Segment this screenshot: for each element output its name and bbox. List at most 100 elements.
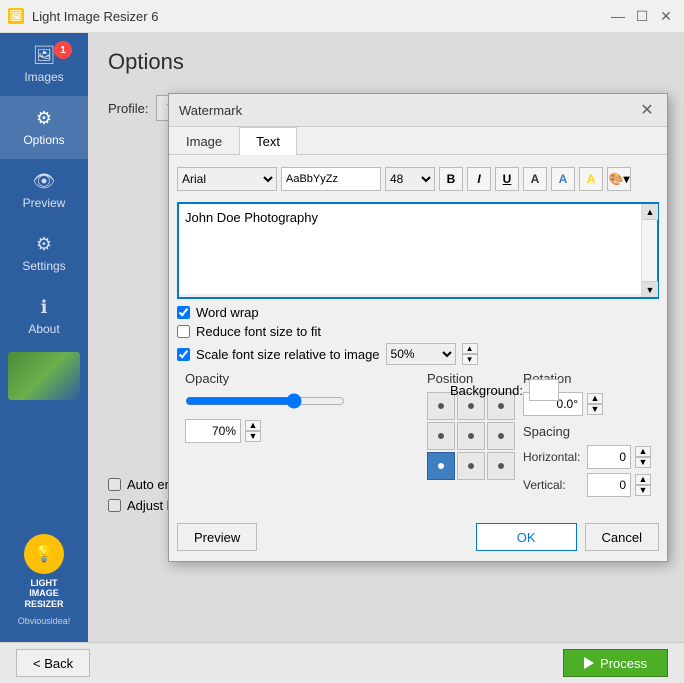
pos-dot: [498, 463, 504, 469]
background-row: Background:: [450, 379, 559, 401]
vert-down-button[interactable]: ▼: [635, 485, 651, 496]
horiz-down-button[interactable]: ▼: [635, 457, 651, 468]
opacity-up-button[interactable]: ▲: [245, 420, 261, 431]
options-icon: ⚙: [36, 108, 52, 129]
vertical-spinner: ▲ ▼: [635, 474, 651, 496]
opacity-value-row: ▲ ▼: [185, 419, 419, 443]
process-play-icon: [584, 657, 594, 669]
scale-up-button[interactable]: ▲: [462, 343, 478, 354]
text-color-button[interactable]: A: [523, 167, 547, 191]
rotation-down-button[interactable]: ▼: [587, 404, 603, 415]
scale-font-checkbox[interactable]: [177, 348, 190, 361]
sidebar-label-about: About: [28, 322, 59, 336]
sidebar-item-settings[interactable]: ⚙ Settings: [0, 222, 88, 285]
pos-mid-left[interactable]: [427, 422, 455, 450]
underline-button[interactable]: U: [495, 167, 519, 191]
preview-button[interactable]: Preview: [177, 523, 257, 551]
title-bar: 🖼 Light Image Resizer 6 — ☐ ✕: [0, 0, 684, 33]
text-highlight-button[interactable]: A: [579, 167, 603, 191]
main-layout: 🖼 Images 1 ⚙ Options 👁 Preview ⚙ Setting…: [0, 33, 684, 642]
dialog-footer: Preview OK Cancel: [169, 517, 667, 561]
vert-up-button[interactable]: ▲: [635, 474, 651, 485]
dialog-title: Watermark: [179, 103, 242, 118]
scroll-track: [642, 220, 657, 281]
font-size-select[interactable]: 48: [385, 167, 435, 191]
word-wrap-checkbox[interactable]: [177, 306, 190, 319]
opacity-slider[interactable]: [185, 392, 345, 410]
horizontal-spacing-row: Horizontal: ▲ ▼: [523, 445, 651, 469]
preview-thumbnail: [8, 352, 80, 400]
maximize-button[interactable]: ☐: [632, 6, 652, 26]
vertical-label: Vertical:: [523, 478, 583, 492]
checkbox-section: Word wrap Reduce font size to fit Scale …: [177, 299, 659, 367]
opacity-section: Opacity ▲ ▼: [185, 371, 419, 501]
text-scrollbar: ▲ ▼: [641, 204, 657, 297]
tab-image-label: Image: [186, 134, 222, 149]
bold-button[interactable]: B: [439, 167, 463, 191]
pos-mid-right[interactable]: [487, 422, 515, 450]
font-select[interactable]: Arial: [177, 167, 277, 191]
images-badge: 1: [54, 41, 72, 59]
italic-button[interactable]: I: [467, 167, 491, 191]
position-grid: [427, 392, 515, 480]
font-preview: AaBbYyZz: [281, 167, 381, 191]
rotation-up-button[interactable]: ▲: [587, 393, 603, 404]
scale-down-button[interactable]: ▼: [462, 354, 478, 365]
close-button[interactable]: ✕: [656, 6, 676, 26]
dialog-close-button[interactable]: ✕: [637, 100, 657, 120]
sidebar: 🖼 Images 1 ⚙ Options 👁 Preview ⚙ Setting…: [0, 33, 88, 642]
opacity-value-input[interactable]: [185, 419, 241, 443]
horiz-up-button[interactable]: ▲: [635, 446, 651, 457]
ok-button[interactable]: OK: [476, 523, 577, 551]
reduce-font-checkbox[interactable]: [177, 325, 190, 338]
process-button[interactable]: Process: [563, 649, 668, 677]
pos-dot: [498, 403, 504, 409]
horizontal-spinner: ▲ ▼: [635, 446, 651, 468]
brand-text: Obviousidea!: [18, 616, 71, 626]
sidebar-item-preview[interactable]: 👁 Preview: [0, 159, 88, 222]
watermark-dialog: Watermark ✕ Image Text: [168, 93, 668, 562]
opacity-spinner: ▲ ▼: [245, 420, 261, 442]
format-bar: Arial AaBbYyZz 48 B I U A A A 🎨▾: [177, 163, 659, 196]
horizontal-input[interactable]: [587, 445, 631, 469]
vertical-input[interactable]: [587, 473, 631, 497]
scale-value-select[interactable]: 50%: [386, 343, 456, 365]
tab-text[interactable]: Text: [239, 127, 297, 155]
sidebar-item-about[interactable]: ℹ About: [0, 285, 88, 348]
sidebar-logo: 💡 LIGHTIMAGERESIZER Obviousidea!: [0, 518, 88, 642]
opacity-down-button[interactable]: ▼: [245, 431, 261, 442]
pos-dot: [498, 433, 504, 439]
minimize-button[interactable]: —: [608, 6, 628, 26]
back-label: < Back: [33, 656, 73, 671]
rotation-spinner: ▲ ▼: [587, 393, 603, 415]
text-color-bg-button[interactable]: A: [551, 167, 575, 191]
tab-bar: Image Text: [169, 127, 667, 155]
tab-text-label: Text: [256, 134, 280, 149]
scale-font-row: Scale font size relative to image 50% ▲ …: [177, 343, 659, 365]
app-icon: 🖼: [8, 8, 24, 24]
scroll-down-button[interactable]: ▼: [642, 281, 658, 297]
scale-spinner: ▲ ▼: [462, 343, 478, 365]
tab-image[interactable]: Image: [169, 127, 239, 155]
sidebar-item-images[interactable]: 🖼 Images 1: [0, 33, 88, 96]
process-label: Process: [600, 656, 647, 671]
pos-bot-right[interactable]: [487, 452, 515, 480]
horizontal-label: Horizontal:: [523, 450, 583, 464]
text-area-wrapper: John Doe Photography ▲ ▼: [177, 202, 659, 299]
scroll-up-button[interactable]: ▲: [642, 204, 658, 220]
background-swatch[interactable]: [529, 379, 559, 401]
pos-dot: [438, 403, 444, 409]
pos-dot-active: [438, 463, 444, 469]
spacing-label: Spacing: [523, 424, 651, 439]
sidebar-item-options[interactable]: ⚙ Options: [0, 96, 88, 159]
pos-bot-left[interactable]: [427, 452, 455, 480]
pos-bot-center[interactable]: [457, 452, 485, 480]
vertical-spacing-row: Vertical: ▲ ▼: [523, 473, 651, 497]
pos-mid-center[interactable]: [457, 422, 485, 450]
cancel-button[interactable]: Cancel: [585, 523, 659, 551]
preview-icon: 👁: [33, 171, 56, 192]
watermark-text-input[interactable]: John Doe Photography: [179, 204, 641, 294]
content-area: Options Profile: Watermark 📄 💾 ✕ ••• Aut: [88, 33, 684, 642]
effects-button[interactable]: 🎨▾: [607, 167, 631, 191]
back-button[interactable]: < Back: [16, 649, 90, 677]
